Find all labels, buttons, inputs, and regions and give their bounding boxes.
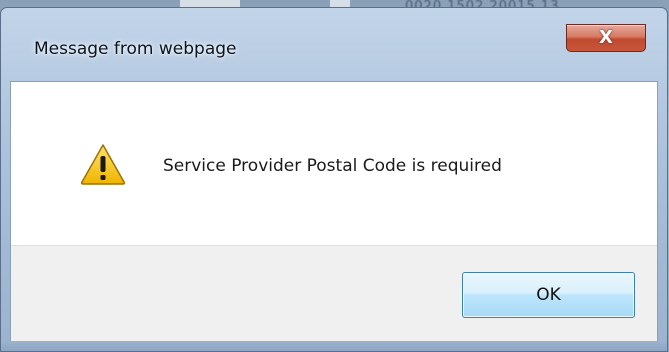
dialog-title: Message from webpage (34, 39, 237, 59)
warning-icon (80, 144, 126, 185)
message-text: Service Provider Postal Code is required (163, 156, 502, 176)
dialog-body: Service Provider Postal Code is required… (10, 81, 658, 344)
close-icon: X (599, 27, 613, 48)
message-area: Service Provider Postal Code is required (11, 82, 657, 245)
ok-button[interactable]: OK (462, 272, 635, 318)
button-area: OK (11, 245, 657, 344)
title-bar[interactable]: Message from webpage X (1, 8, 667, 78)
bottom-frame (1, 341, 667, 351)
close-button[interactable]: X (566, 24, 646, 52)
message-dialog: Message from webpage X Service Provider … (0, 7, 668, 352)
